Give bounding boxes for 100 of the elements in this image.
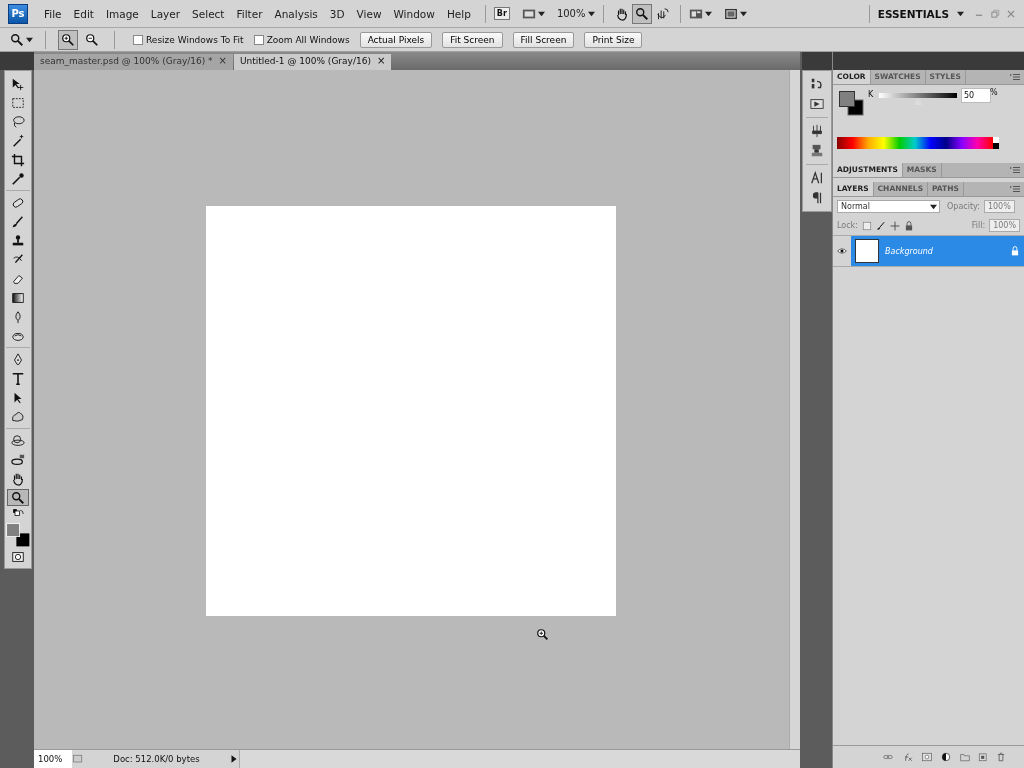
orbit-icon: [11, 433, 25, 448]
magnifier-icon: [11, 490, 25, 505]
crop-icon: [11, 152, 25, 167]
status-export-icon: [72, 753, 84, 765]
eye-icon: [836, 246, 848, 256]
lock-transparency-icon: [861, 220, 872, 231]
lasso-icon: [11, 114, 25, 129]
link-icon: [882, 752, 894, 762]
channel-label: K: [868, 90, 874, 99]
character-icon: [810, 171, 824, 185]
checkbox[interactable]: [253, 34, 264, 45]
menu-item[interactable]: Select: [186, 7, 231, 20]
menu-item[interactable]: View: [350, 7, 388, 20]
fx-icon: [902, 752, 914, 762]
brush-presets-icon: [810, 124, 824, 138]
workspace-dropdown[interactable]: ESSENTIALS: [877, 7, 949, 20]
option-button[interactable]: Actual Pixels: [359, 31, 433, 48]
lock-icon: [1010, 246, 1020, 256]
layer-name: Background: [885, 246, 933, 256]
zoom-in-icon: [61, 32, 75, 47]
zoom-cursor-icon: [536, 628, 550, 642]
menu-item[interactable]: File: [38, 7, 68, 20]
panel-menu-icon[interactable]: [1010, 73, 1020, 81]
opacity-field[interactable]: 100%: [983, 200, 1015, 213]
stamp-icon: [11, 233, 25, 248]
panel-menu-icon[interactable]: [1010, 185, 1020, 193]
eyedropper-icon: [11, 171, 25, 186]
type-t-icon: [11, 371, 25, 386]
caret-icon[interactable]: [537, 10, 545, 17]
mask-icon: [922, 752, 932, 762]
menu-item[interactable]: Layer: [144, 7, 187, 20]
horizontal-scrollbar[interactable]: [239, 750, 800, 768]
panel-menu-icon[interactable]: [1010, 166, 1020, 174]
document-tab[interactable]: Untitled-1 @ 100% (Gray/16) ×: [234, 54, 392, 70]
lock-label: Lock:: [837, 221, 858, 230]
zoom-level-dropdown[interactable]: 100%: [556, 8, 586, 19]
caret-icon[interactable]: [588, 10, 596, 17]
rotate-hand-icon: [655, 6, 670, 21]
magnifier-icon: [635, 6, 650, 21]
magic-wand-icon: [11, 133, 25, 148]
option-button[interactable]: Print Size: [584, 31, 643, 48]
trash-icon: [996, 752, 1006, 762]
checkbox-label: Resize Windows To Fit: [146, 34, 244, 45]
menu-item[interactable]: Image: [99, 7, 145, 20]
caret-icon[interactable]: [705, 10, 713, 17]
menu-item[interactable]: Filter: [230, 7, 269, 20]
quick-mask-icon: [10, 550, 26, 564]
panel-header-bar: [0, 52, 34, 70]
caret-icon[interactable]: [930, 203, 937, 210]
caret-icon[interactable]: [957, 10, 964, 17]
menu-item[interactable]: Edit: [67, 7, 100, 20]
zoom-field[interactable]: 100%: [34, 750, 72, 768]
app-logo: Ps: [8, 3, 28, 24]
option-button[interactable]: Fit Screen: [442, 31, 503, 48]
bridge-button[interactable]: Br: [493, 7, 510, 20]
color-swatches-icon[interactable]: [839, 91, 864, 116]
blend-mode-dropdown[interactable]: Normal: [837, 200, 940, 213]
move-cross-icon: [889, 220, 900, 231]
value-field[interactable]: 50: [961, 88, 991, 103]
layer-row[interactable]: Background: [851, 236, 1024, 266]
folder-icon: [960, 752, 970, 762]
orbit-camera-icon: [11, 452, 25, 467]
actions-play-icon: [810, 97, 824, 111]
menu-item[interactable]: 3D: [323, 7, 351, 20]
brush-icon: [875, 220, 886, 231]
fill-label: Fill:: [971, 221, 986, 230]
new-layer-icon: [978, 752, 988, 762]
gradient-icon: [11, 290, 25, 305]
lock-icon: [903, 220, 914, 231]
restore-icon: [990, 8, 1000, 19]
vertical-scrollbar[interactable]: [789, 70, 800, 749]
option-button[interactable]: Fill Screen: [512, 31, 575, 48]
play-arrow-icon: [229, 754, 239, 764]
zoom-out-icon: [85, 32, 99, 47]
color-swatches-icon: [5, 522, 31, 548]
menu-item[interactable]: Analysis: [268, 7, 324, 20]
color-ramp-end-swatch[interactable]: [993, 137, 999, 149]
menu-item[interactable]: Help: [440, 7, 477, 20]
layer-thumbnail: [855, 239, 879, 263]
hand-icon: [11, 471, 25, 486]
screen-mode-icon: [724, 6, 739, 21]
unit-label: %: [990, 88, 998, 97]
clone-source-icon: [810, 144, 824, 158]
pen-nib-icon: [11, 352, 25, 367]
close-icon: [1006, 8, 1016, 19]
checkbox[interactable]: [133, 34, 143, 45]
brush-icon: [11, 214, 25, 229]
fill-field[interactable]: 100%: [989, 219, 1020, 232]
caret-icon[interactable]: [26, 36, 33, 43]
history-icon: [810, 77, 824, 91]
magnifier-icon: [10, 32, 24, 47]
blob-shape-icon: [11, 409, 25, 424]
slider-thumb[interactable]: [914, 98, 922, 105]
menu-item[interactable]: Window: [387, 7, 441, 20]
half-circle-icon: [940, 752, 952, 762]
caret-icon[interactable]: [740, 10, 748, 17]
hand-icon: [615, 6, 630, 21]
color-spectrum-bar[interactable]: [837, 137, 993, 149]
dashed-rectangle-icon: [11, 95, 25, 110]
document-tab[interactable]: seam_master.psd @ 100% (Gray/16) * ×: [34, 54, 233, 70]
